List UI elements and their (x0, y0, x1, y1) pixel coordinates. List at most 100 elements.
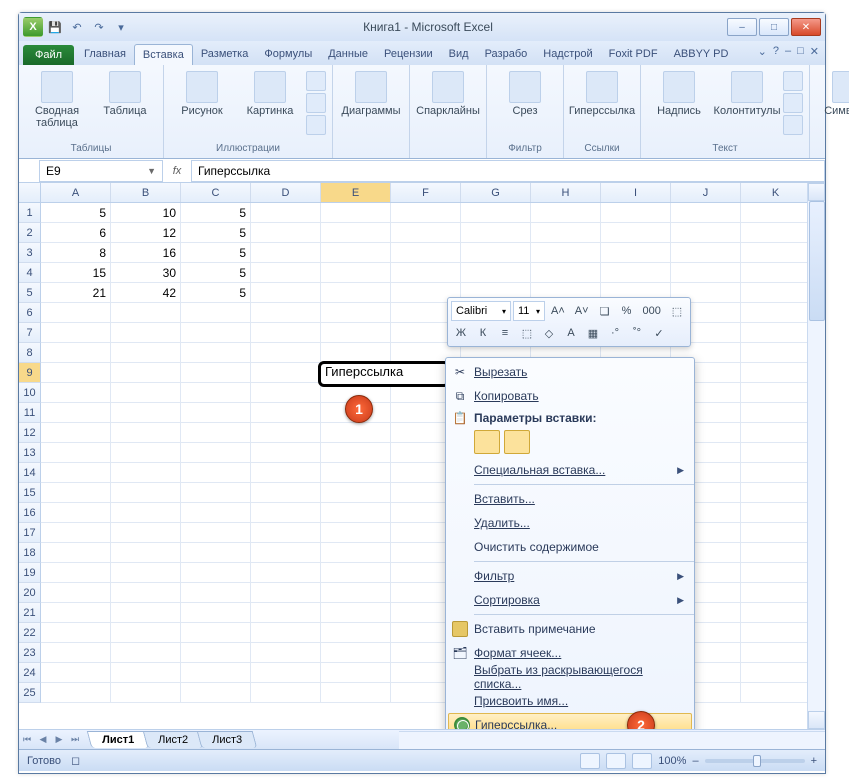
cell-B8[interactable] (111, 343, 181, 363)
ribbon-small-icon[interactable] (306, 71, 326, 91)
cell-E21[interactable] (321, 603, 391, 623)
cell-K18[interactable] (741, 543, 811, 563)
ribbon-btn-4-0[interactable]: Срез (493, 71, 557, 117)
row-header-6[interactable]: 6 (19, 303, 41, 323)
row-header-12[interactable]: 12 (19, 423, 41, 443)
ctx-filter[interactable]: Фильтр▶ (446, 564, 694, 588)
cell-D2[interactable] (251, 223, 321, 243)
cell-E17[interactable] (321, 523, 391, 543)
cell-C10[interactable] (181, 383, 251, 403)
cell-C25[interactable] (181, 683, 251, 703)
cell-D4[interactable] (251, 263, 321, 283)
row-header-20[interactable]: 20 (19, 583, 41, 603)
cell-D17[interactable] (251, 523, 321, 543)
cell-B23[interactable] (111, 643, 181, 663)
row-header-15[interactable]: 15 (19, 483, 41, 503)
ctx-clear[interactable]: Очистить содержимое (446, 535, 694, 559)
cell-K17[interactable] (741, 523, 811, 543)
cell-E20[interactable] (321, 583, 391, 603)
cell-A20[interactable] (41, 583, 111, 603)
col-header-J[interactable]: J (671, 183, 741, 202)
horizontal-scrollbar[interactable] (399, 731, 825, 749)
mini-btn-r2-7[interactable]: ·° (605, 323, 625, 343)
cell-D8[interactable] (251, 343, 321, 363)
row-header-24[interactable]: 24 (19, 663, 41, 683)
cell-A25[interactable] (41, 683, 111, 703)
cell-K19[interactable] (741, 563, 811, 583)
window-maximize-button[interactable]: □ (759, 18, 789, 36)
cell-C14[interactable] (181, 463, 251, 483)
cell-B25[interactable] (111, 683, 181, 703)
grid[interactable]: ABCDEFGHIJK 1510526125381654153055214256… (19, 183, 825, 729)
cell-J1[interactable] (671, 203, 741, 223)
cell-D21[interactable] (251, 603, 321, 623)
row-header-14[interactable]: 14 (19, 463, 41, 483)
scroll-thumb[interactable] (809, 201, 825, 321)
cell-E3[interactable] (321, 243, 391, 263)
window-close-button[interactable]: ✕ (791, 18, 821, 36)
cell-K7[interactable] (741, 323, 811, 343)
ribbon-btn-1-1[interactable]: Картинка (238, 71, 302, 117)
zoom-slider[interactable] (705, 759, 805, 763)
col-header-B[interactable]: B (111, 183, 181, 202)
ribbon-btn-2-0[interactable]: Диаграммы (339, 71, 403, 117)
cell-C24[interactable] (181, 663, 251, 683)
cell-C2[interactable]: 5 (181, 223, 251, 243)
row-header-21[interactable]: 21 (19, 603, 41, 623)
ribbon-btn-7-0[interactable]: Символы (816, 71, 849, 117)
cell-E8[interactable] (321, 343, 391, 363)
cell-K23[interactable] (741, 643, 811, 663)
cell-A6[interactable] (41, 303, 111, 323)
cell-B7[interactable] (111, 323, 181, 343)
cell-B18[interactable] (111, 543, 181, 563)
cell-C11[interactable] (181, 403, 251, 423)
cell-B21[interactable] (111, 603, 181, 623)
cell-A19[interactable] (41, 563, 111, 583)
cell-B11[interactable] (111, 403, 181, 423)
cell-D9[interactable] (251, 363, 321, 383)
mini-btn-r1-3[interactable]: % (617, 301, 637, 321)
cell-D7[interactable] (251, 323, 321, 343)
cell-C20[interactable] (181, 583, 251, 603)
cell-C23[interactable] (181, 643, 251, 663)
col-header-G[interactable]: G (461, 183, 531, 202)
cell-A5[interactable]: 21 (41, 283, 111, 303)
ribbon-btn-6-1[interactable]: Колонтитулы (715, 71, 779, 117)
ribbon-small-icon[interactable] (783, 71, 803, 91)
cell-K4[interactable] (741, 263, 811, 283)
cell-K9[interactable] (741, 363, 811, 383)
cell-C8[interactable] (181, 343, 251, 363)
excel-app-icon[interactable]: X (23, 17, 43, 37)
ribbon-tab-10[interactable]: ABBYY PD (666, 44, 737, 65)
cell-A13[interactable] (41, 443, 111, 463)
cell-D1[interactable] (251, 203, 321, 223)
cell-E25[interactable] (321, 683, 391, 703)
cell-C18[interactable] (181, 543, 251, 563)
cell-C1[interactable]: 5 (181, 203, 251, 223)
mini-btn-r2-2[interactable]: ≡ (495, 323, 515, 343)
col-header-A[interactable]: A (41, 183, 111, 202)
ctx-format-cells[interactable]: 🗂Формат ячеек... (446, 641, 694, 665)
cell-E24[interactable] (321, 663, 391, 683)
cell-B12[interactable] (111, 423, 181, 443)
cell-C12[interactable] (181, 423, 251, 443)
cell-D3[interactable] (251, 243, 321, 263)
scroll-up-button[interactable] (808, 183, 825, 201)
cell-G3[interactable] (461, 243, 531, 263)
ribbon-tab-8[interactable]: Надстрой (535, 44, 600, 65)
zoom-level[interactable]: 100% (658, 755, 686, 767)
cell-C15[interactable] (181, 483, 251, 503)
ribbon-btn-3-0[interactable]: Спарклайны (416, 71, 480, 117)
cell-D14[interactable] (251, 463, 321, 483)
ctx-paste-special[interactable]: Специальная вставка...▶ (446, 458, 694, 482)
row-header-23[interactable]: 23 (19, 643, 41, 663)
cell-D22[interactable] (251, 623, 321, 643)
col-header-E[interactable]: E (321, 183, 391, 202)
cell-K16[interactable] (741, 503, 811, 523)
row-header-11[interactable]: 11 (19, 403, 41, 423)
row-header-18[interactable]: 18 (19, 543, 41, 563)
mdi-minimize-icon[interactable]: – (785, 45, 791, 58)
cell-C5[interactable]: 5 (181, 283, 251, 303)
col-header-H[interactable]: H (531, 183, 601, 202)
cell-F2[interactable] (391, 223, 461, 243)
